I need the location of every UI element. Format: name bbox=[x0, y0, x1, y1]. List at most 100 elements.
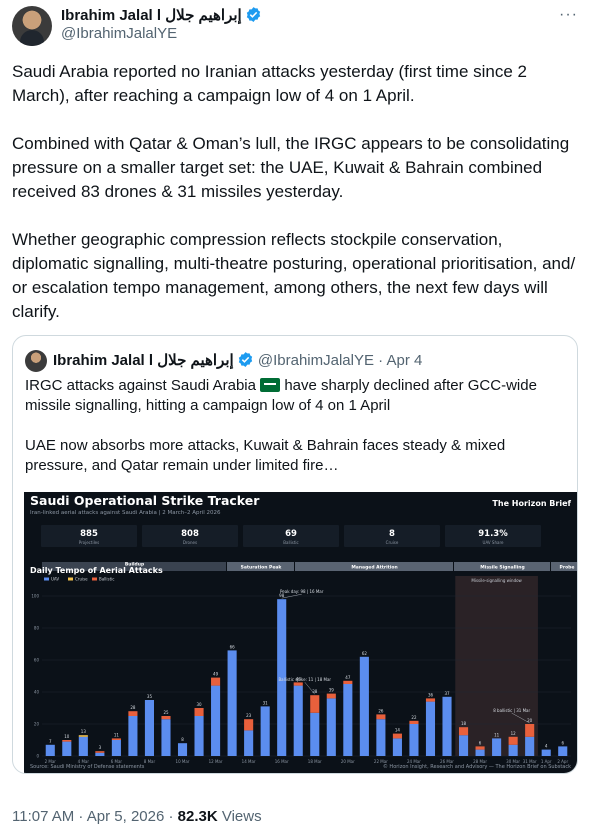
bar-uav bbox=[62, 741, 72, 756]
bar-total-label: 39 bbox=[329, 688, 335, 693]
legend-swatch bbox=[68, 577, 73, 581]
author-name[interactable]: Ibrahim Jalal l إبراهيم جلال bbox=[61, 6, 262, 24]
bar-uav bbox=[293, 685, 303, 756]
tweet-paragraph-2: Combined with Qatar & Oman’s lull, the I… bbox=[12, 134, 570, 201]
quoted-tweet[interactable]: Ibrahim Jalal l إبراهيم جلال @IbrahimJal… bbox=[12, 335, 578, 774]
author-avatar[interactable] bbox=[12, 6, 52, 46]
author-handle[interactable]: @IbrahimJalalYE bbox=[61, 25, 177, 42]
chart-title: Daily Tempo of Aerial Attacks bbox=[30, 566, 163, 575]
bar-total-label: 11 bbox=[494, 732, 500, 737]
x-tick-label: 8 Mar bbox=[144, 759, 156, 764]
tweet-paragraph-1: Saudi Arabia reported no Iranian attacks… bbox=[12, 62, 527, 105]
bar-total-label: 31 bbox=[263, 700, 269, 705]
y-tick-label: 20 bbox=[34, 722, 40, 727]
bar-total-label: 10 bbox=[64, 734, 70, 739]
bar-uav bbox=[45, 744, 55, 756]
legend-swatch bbox=[44, 577, 49, 581]
bar-ballistic bbox=[293, 682, 303, 686]
bar-uav bbox=[558, 746, 568, 756]
bar-ballistic bbox=[376, 714, 386, 720]
card-subtitle: Iran-linked aerial attacks against Saudi… bbox=[30, 510, 221, 516]
stat-label: UAV Share bbox=[483, 540, 504, 545]
bar-ballistic bbox=[211, 677, 221, 686]
tweet-meta: 11:07 AM · Apr 5, 2026 · 82.3K Views bbox=[12, 808, 262, 825]
bar-uav bbox=[128, 716, 138, 756]
bar-total-label: 30 bbox=[197, 702, 203, 707]
bar-total-label: 6 bbox=[479, 740, 482, 745]
stat-label: Projectiles bbox=[79, 540, 99, 545]
bar-uav bbox=[442, 696, 452, 756]
bar-uav bbox=[310, 712, 320, 756]
x-tick-label: 14 Mar bbox=[242, 759, 256, 764]
quote-paragraph-1a: IRGC attacks against Saudi Arabia bbox=[25, 377, 256, 394]
bar-ballistic bbox=[111, 738, 121, 740]
legend-swatch bbox=[92, 577, 97, 581]
bar-ballistic bbox=[392, 733, 402, 739]
bar-total-label: 8 bbox=[181, 737, 184, 742]
bar-ballistic bbox=[194, 708, 204, 716]
x-tick-label: 18 Mar bbox=[308, 759, 322, 764]
stat-value: 91.3% bbox=[478, 529, 508, 539]
bar-total-label: 7 bbox=[49, 739, 52, 744]
bar-uav bbox=[227, 650, 237, 756]
missile-window-label: Missile-signalling window bbox=[471, 578, 522, 583]
bar-ballistic bbox=[459, 727, 469, 736]
quote-verified-badge-icon bbox=[238, 352, 252, 367]
author-name-text[interactable]: Ibrahim Jalal l إبراهيم جلال bbox=[61, 7, 242, 24]
bar-total-label: 3 bbox=[99, 745, 102, 750]
bar-uav bbox=[525, 736, 535, 756]
stat-value: 885 bbox=[80, 529, 98, 539]
quote-paragraph-1: IRGC attacks against Saudi Arabia have s… bbox=[25, 376, 565, 416]
y-tick-label: 40 bbox=[34, 690, 40, 695]
bar-total-label: 35 bbox=[147, 694, 153, 699]
bar-uav bbox=[475, 749, 485, 756]
bar-total-label: 18 bbox=[461, 721, 467, 726]
bar-ballistic bbox=[508, 736, 518, 745]
saudi-flag-icon bbox=[260, 378, 281, 392]
bar-ballistic bbox=[95, 751, 105, 753]
annotation-label: Ballistic spike: 11 | 18 Mar bbox=[278, 677, 331, 682]
strike-tracker-image[interactable]: Saudi Operational Strike Tracker Iran-li… bbox=[24, 492, 577, 773]
credit-note: © Horizon Insight, Research and Advisory… bbox=[383, 763, 571, 770]
x-tick-label: 16 Mar bbox=[275, 759, 289, 764]
quote-date: · Apr 4 bbox=[378, 352, 423, 369]
bar-uav bbox=[359, 656, 369, 756]
bar-total-label: 66 bbox=[230, 644, 236, 649]
bar-total-label: 26 bbox=[378, 708, 384, 713]
bar-ballistic bbox=[62, 740, 72, 742]
x-tick-label: 20 Mar bbox=[341, 759, 355, 764]
phase-label: Managed Attrition bbox=[351, 565, 397, 571]
bar-total-label: 38 bbox=[312, 689, 318, 694]
bar-ballistic bbox=[326, 693, 336, 699]
bar-uav bbox=[492, 738, 502, 756]
quote-paragraph-2: UAE now absorbs more attacks, Kuwait & B… bbox=[25, 437, 506, 474]
bar-ballistic bbox=[409, 720, 419, 724]
annotation-label: 8 ballistic | 31 Mar bbox=[493, 708, 530, 713]
bar-total-label: 11 bbox=[114, 732, 120, 737]
stat-label: Cruise bbox=[386, 540, 399, 545]
y-tick-label: 100 bbox=[31, 594, 39, 599]
quote-text: IRGC attacks against Saudi Arabia have s… bbox=[25, 376, 565, 496]
bar-total-label: 4 bbox=[545, 744, 548, 749]
bar-uav bbox=[211, 685, 221, 756]
bar-total-label: 49 bbox=[213, 672, 219, 677]
x-tick-label: 10 Mar bbox=[176, 759, 190, 764]
bar-total-label: 23 bbox=[246, 713, 252, 718]
bar-ballistic bbox=[425, 698, 436, 702]
bar-ballistic bbox=[475, 746, 485, 750]
bar-total-label: 36 bbox=[428, 692, 434, 697]
phase-label: Probe bbox=[560, 565, 575, 571]
quote-author-avatar bbox=[25, 350, 47, 372]
phase-label: Saturation Peak bbox=[241, 565, 283, 571]
y-tick-label: 0 bbox=[36, 754, 39, 759]
stat-label: Drones bbox=[183, 540, 197, 545]
bar-uav bbox=[326, 698, 336, 756]
more-options-icon[interactable]: ··· bbox=[559, 6, 578, 24]
bar-uav bbox=[425, 701, 436, 756]
bar-uav bbox=[343, 684, 353, 756]
phase-label: Missile Signalling bbox=[480, 565, 524, 571]
tweet-timestamp[interactable]: 11:07 AM · Apr 5, 2026 · bbox=[12, 808, 178, 825]
bar-uav bbox=[194, 716, 204, 756]
bar-ballistic bbox=[128, 711, 138, 716]
legend-label: Ballistic bbox=[99, 577, 115, 582]
